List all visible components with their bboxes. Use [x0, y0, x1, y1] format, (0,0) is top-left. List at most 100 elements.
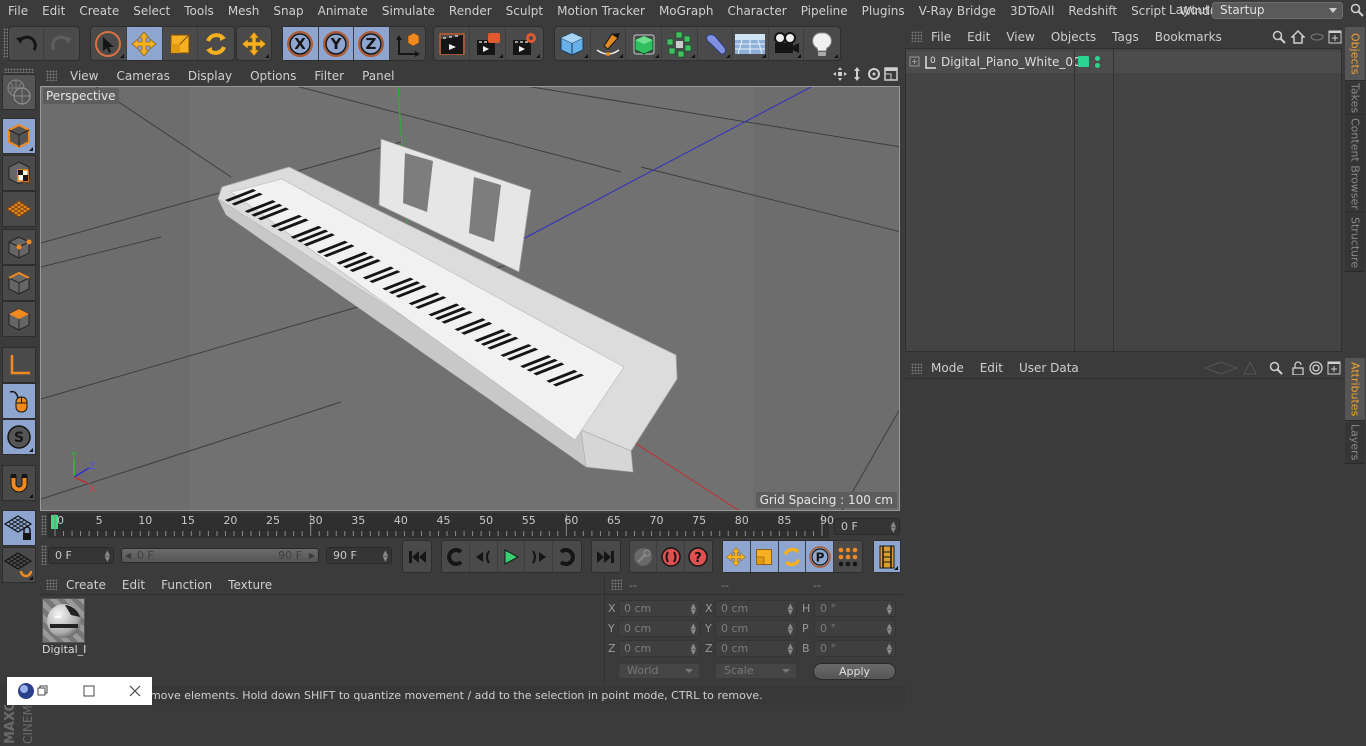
menu-character[interactable]: Character: [720, 4, 793, 18]
rotate-button[interactable]: [198, 27, 234, 60]
rotation-track-button[interactable]: [778, 541, 807, 572]
dolly-icon[interactable]: [850, 67, 864, 81]
timeline-button[interactable]: [874, 541, 900, 572]
go-to-end-button[interactable]: [592, 541, 620, 572]
panel-grip[interactable]: [46, 70, 57, 81]
search-icon[interactable]: [1269, 361, 1283, 375]
menu-mesh[interactable]: Mesh: [221, 4, 267, 18]
step-forward-button[interactable]: [525, 541, 554, 572]
menu-edit[interactable]: Edit: [35, 4, 72, 18]
menu-vray-bridge[interactable]: V-Ray Bridge: [912, 4, 1003, 18]
make-editable-button[interactable]: [2, 74, 36, 110]
tab-objects[interactable]: Objects: [1345, 27, 1365, 81]
material-name[interactable]: Digital_I: [42, 643, 86, 656]
spinner-icon[interactable]: ▲ ▼: [691, 603, 696, 616]
panel-grip[interactable]: [911, 31, 922, 42]
axis-mode-button[interactable]: [2, 347, 36, 383]
tab-content-browser[interactable]: Content Browser: [1345, 116, 1365, 213]
objects-menu-bookmarks[interactable]: Bookmarks: [1147, 30, 1230, 44]
menu-mograph[interactable]: MoGraph: [652, 4, 721, 18]
material-thumbnail[interactable]: [42, 598, 85, 643]
material-menu-function[interactable]: Function: [153, 578, 220, 592]
maximize-view-icon[interactable]: [884, 67, 898, 81]
texture-mode-button[interactable]: [2, 155, 36, 191]
edges-mode-button[interactable]: [2, 265, 36, 301]
objects-menu-tags[interactable]: Tags: [1104, 30, 1147, 44]
scale-track-button[interactable]: [750, 541, 779, 572]
move-button[interactable]: [126, 27, 163, 60]
spinner-icon[interactable]: ▲ ▼: [691, 643, 696, 656]
spinner-icon[interactable]: ▲ ▼: [788, 623, 793, 636]
parameter-track-button[interactable]: P: [806, 541, 835, 572]
step-back-button[interactable]: [470, 541, 498, 572]
z-axis-button[interactable]: Z: [354, 27, 390, 60]
position-track-button[interactable]: [723, 541, 751, 572]
cloner-button[interactable]: [662, 27, 698, 60]
subdivision-surface-button[interactable]: [626, 27, 662, 60]
rot-b-field[interactable]: 0 ° ▲ ▼: [814, 640, 896, 657]
new-panel-icon[interactable]: [1328, 30, 1342, 44]
menu-simulate[interactable]: Simulate: [375, 4, 442, 18]
point-level-animation-button[interactable]: [834, 541, 862, 572]
cube-button[interactable]: [555, 27, 591, 60]
transport-grip[interactable]: [41, 545, 47, 565]
locked-workplane-button[interactable]: [2, 510, 36, 546]
cinema4d-app-icon[interactable]: [15, 680, 37, 702]
tab-structure[interactable]: Structure: [1345, 214, 1365, 272]
current-frame-field[interactable]: 0 F ▲ ▼: [834, 518, 900, 535]
objects-menu-view[interactable]: View: [998, 30, 1042, 44]
menu-snap[interactable]: Snap: [266, 4, 310, 18]
viewport-menu-panel[interactable]: Panel: [353, 69, 403, 83]
render-settings-button[interactable]: [506, 27, 542, 60]
deformer-button[interactable]: [698, 27, 734, 60]
size-y-field[interactable]: 0 cm ▲ ▼: [715, 620, 797, 637]
redo-button[interactable]: [44, 27, 79, 60]
panel-grip[interactable]: [611, 579, 622, 590]
spinner-icon[interactable]: ▲ ▼: [691, 623, 696, 636]
close-icon[interactable]: [129, 685, 141, 697]
pan-icon[interactable]: [833, 67, 847, 81]
tab-takes[interactable]: Takes: [1345, 82, 1365, 115]
range-right-arrow-icon[interactable]: ▶: [309, 551, 315, 560]
menu-animate[interactable]: Animate: [311, 4, 375, 18]
transform-mode-dropdown[interactable]: Scale: [715, 663, 797, 679]
range-left-arrow-icon[interactable]: ◀: [125, 551, 131, 560]
end-frame-field[interactable]: 90 F ▲ ▼: [326, 547, 392, 564]
orbit-icon[interactable]: [867, 67, 881, 81]
column-divider[interactable]: [1074, 49, 1075, 351]
up-arrow-icon[interactable]: [1243, 361, 1257, 375]
pen-button[interactable]: [591, 27, 627, 60]
menu-create[interactable]: Create: [72, 4, 126, 18]
new-panel-icon[interactable]: [1327, 361, 1341, 375]
pos-x-field[interactable]: 0 cm ▲ ▼: [618, 600, 700, 617]
panel-grip[interactable]: [46, 579, 57, 590]
keyframe-help-button[interactable]: ?: [685, 541, 712, 572]
live-selection-button[interactable]: [91, 27, 127, 60]
viewport-menu-options[interactable]: Options: [241, 69, 305, 83]
menu-tools[interactable]: Tools: [177, 4, 221, 18]
y-axis-button[interactable]: Y: [318, 27, 354, 60]
viewport-menu-cameras[interactable]: Cameras: [107, 69, 178, 83]
play-button[interactable]: [498, 541, 526, 572]
size-z-field[interactable]: 0 cm ▲ ▼: [715, 640, 797, 657]
menu-sculpt[interactable]: Sculpt: [499, 4, 550, 18]
objects-menu-objects[interactable]: Objects: [1043, 30, 1104, 44]
object-name[interactable]: Digital_Piano_White_001: [941, 55, 1088, 69]
layout-dropdown[interactable]: Startup: [1212, 2, 1343, 19]
viewport-menu-filter[interactable]: Filter: [305, 69, 353, 83]
spinner-icon[interactable]: ▲ ▼: [105, 550, 110, 563]
menu-motion-tracker[interactable]: Motion Tracker: [550, 4, 652, 18]
tweak-mode-button[interactable]: [2, 383, 36, 419]
search-icon[interactable]: [1272, 30, 1286, 44]
autokey-button[interactable]: [630, 541, 658, 572]
spinner-icon[interactable]: ▲ ▼: [887, 623, 892, 636]
expand-icon[interactable]: [909, 56, 921, 68]
camera-label[interactable]: Perspective: [43, 88, 119, 104]
coordinate-mode-dropdown[interactable]: World: [618, 663, 700, 679]
timeline-ruler[interactable]: 0 5 10 15 20 25 30 35 40 45 50 55 60 65 70 75 80 85 90: [47, 513, 834, 538]
render-visibility-dot[interactable]: [1095, 63, 1100, 68]
menu-file[interactable]: File: [0, 4, 35, 18]
attributes-menu-user-data[interactable]: User Data: [1011, 361, 1087, 375]
start-frame-field[interactable]: 0 F ▲ ▼: [48, 547, 114, 564]
recent-tool-button[interactable]: [237, 27, 271, 60]
